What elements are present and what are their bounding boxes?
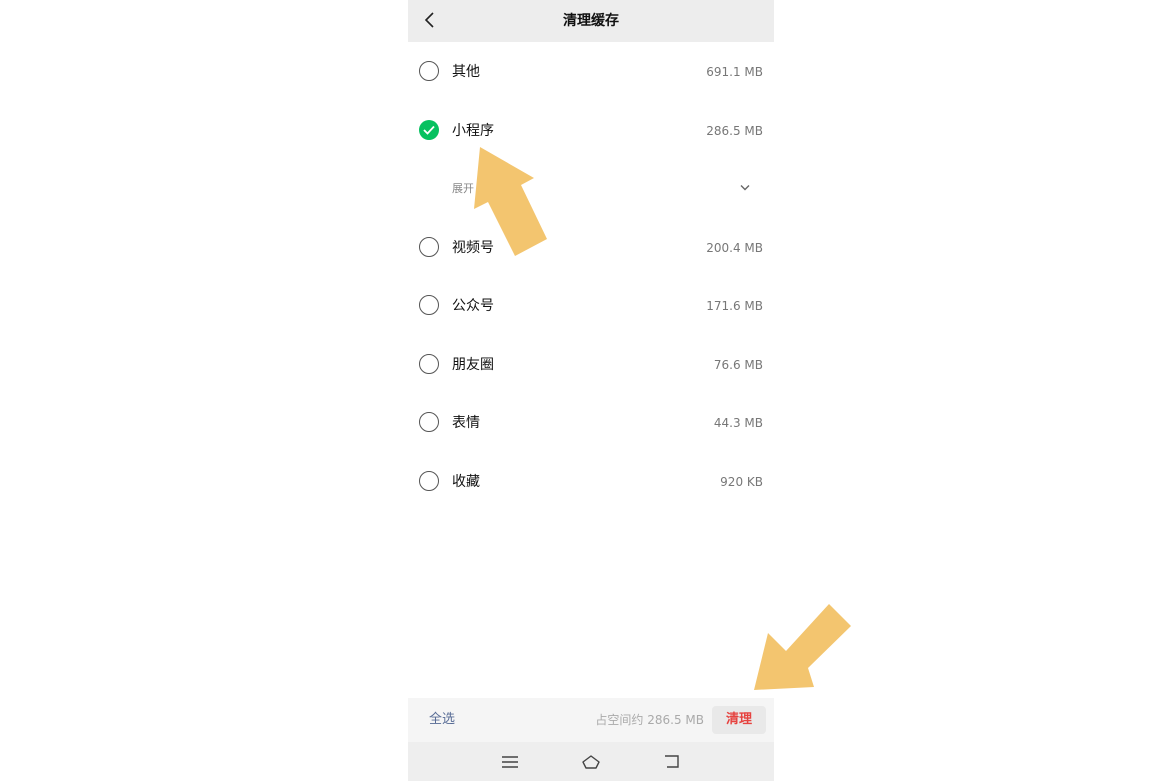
menu-button[interactable] xyxy=(498,750,522,774)
radio-unchecked-icon[interactable] xyxy=(419,61,439,81)
item-size: 920 KB xyxy=(720,475,763,489)
item-size: 691.1 MB xyxy=(706,65,763,79)
space-summary: 占空间约 286.5 MB xyxy=(595,713,704,727)
select-all-button[interactable]: 全选 xyxy=(429,698,455,742)
system-nav-bar xyxy=(408,742,774,781)
menu-icon xyxy=(502,756,518,768)
item-label: 视频号 xyxy=(452,240,494,256)
radio-checked-icon[interactable] xyxy=(419,120,439,140)
radio-unchecked-icon[interactable] xyxy=(419,471,439,491)
cache-item-favorites[interactable]: 收藏 920 KB xyxy=(408,462,774,502)
back-icon xyxy=(665,755,679,768)
item-label: 表情 xyxy=(452,415,480,431)
chevron-down-icon xyxy=(740,185,750,191)
cache-item-stickers[interactable]: 表情 44.3 MB xyxy=(408,403,774,443)
radio-unchecked-icon[interactable] xyxy=(419,354,439,374)
item-size: 286.5 MB xyxy=(706,124,763,138)
item-label: 朋友圈 xyxy=(452,357,494,373)
radio-unchecked-icon[interactable] xyxy=(419,412,439,432)
cache-item-mini-program[interactable]: 小程序 286.5 MB xyxy=(408,111,774,151)
item-size: 171.6 MB xyxy=(706,299,763,313)
cache-item-moments[interactable]: 朋友圈 76.6 MB xyxy=(408,345,774,385)
item-label: 其他 xyxy=(452,64,480,80)
home-icon xyxy=(582,755,600,769)
expand-label: 展开 xyxy=(452,182,474,195)
item-size: 44.3 MB xyxy=(713,416,763,430)
cache-item-other[interactable]: 其他 691.1 MB xyxy=(408,52,774,92)
home-button[interactable] xyxy=(579,750,603,774)
cache-item-official-accounts[interactable]: 公众号 171.6 MB xyxy=(408,286,774,326)
expand-toggle[interactable]: 展开 xyxy=(408,169,774,209)
item-size: 200.4 MB xyxy=(706,241,763,255)
cache-item-channels[interactable]: 视频号 200.4 MB xyxy=(408,228,774,268)
item-size: 76.6 MB xyxy=(713,358,763,372)
page-title: 清理缓存 xyxy=(563,13,619,29)
radio-unchecked-icon[interactable] xyxy=(419,237,439,257)
item-label: 小程序 xyxy=(452,123,494,139)
back-nav-button[interactable] xyxy=(660,750,684,774)
phone-screen: 清理缓存 其他 691.1 MB 小程序 286.5 MB 展开 视频号 200… xyxy=(408,0,774,781)
title-bar: 清理缓存 xyxy=(408,0,774,42)
bottom-action-bar: 全选 占空间约 286.5 MB 清理 xyxy=(408,698,774,742)
item-label: 公众号 xyxy=(452,298,494,314)
checkmark-icon xyxy=(423,125,435,135)
clean-button[interactable]: 清理 xyxy=(712,706,766,734)
item-label: 收藏 xyxy=(452,474,480,490)
radio-unchecked-icon[interactable] xyxy=(419,295,439,315)
